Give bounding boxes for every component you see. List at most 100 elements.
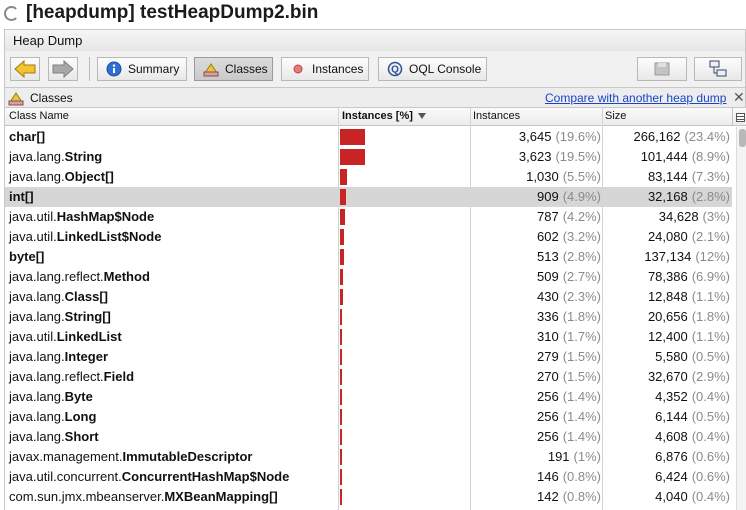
classes-label: Classes [225,62,268,76]
instances-cell: 256 (1.4%) [471,409,601,424]
size-bytes: 12,848 [647,289,688,304]
table-row[interactable]: java.lang.reflect.Method 509 (2.7%) 78,386(… [5,267,732,287]
class-package: java.lang. [9,429,65,444]
instances-percent-bar [340,189,346,205]
table-row[interactable]: byte[] 513 (2.8%) 137,134 (12%) [5,247,732,267]
table-row[interactable]: java.lang.Class[] 430 (2.3%) 12,848 (1.1%) [5,287,732,307]
class-simple-name: ConcurrentHashMap$Node [121,469,290,484]
instances-percent-bar [340,149,365,165]
instances-button[interactable]: Instances [281,57,369,81]
summary-button[interactable]: Summary [97,57,187,81]
table-row[interactable]: java.lang.Integer 279 (1.5%) 5,580 (0.5%) [5,347,732,367]
instances-count: 310 [537,329,559,344]
class-simple-name: Integer [64,349,108,364]
instances-percent: (5.5%) [562,169,601,184]
size-cell: 24,080 (2.1%) [603,229,730,244]
instances-cell: 146 (0.8%) [471,469,601,484]
instances-percent-bar [340,169,347,185]
class-name-cell: java.lang.reflect.Field [9,369,134,384]
column-header-instances-percent-label: Instances [%] [342,110,413,122]
table-row[interactable]: java.lang.Long 256 (1.4%) 6,144 (0.5%) [5,407,732,427]
forward-button[interactable] [48,57,78,81]
classes-table: Class Name Instances [%] Instances Size … [4,108,746,510]
class-simple-name: String [64,149,103,164]
table-body: char[] 3,645 (19.6%) 266,162 (23.4%) java.lan… [5,127,732,510]
instances-percent: (1.4%) [562,429,601,444]
size-cell: 78,386 (6.9%) [603,269,730,284]
class-name-cell: byte[] [9,249,44,264]
table-row[interactable]: char[] 3,645 (19.6%) 266,162 (23.4%) [5,127,732,147]
instances-percent: (1.4%) [562,409,601,424]
instances-percent-bar [340,209,345,225]
table-row[interactable]: java.lang.Short 256 (1.4%) 4,608 (0.4%) [5,427,732,447]
instances-percent-bar [340,289,343,305]
table-row[interactable]: com.sun.jmx.mbeanserver.MXBeanMapping[] 1… [5,487,732,507]
class-name-cell: java.lang.String[] [9,309,111,324]
size-percent: (0.4%) [691,389,730,404]
size-bytes: 4,608 [655,429,688,444]
column-header-class-name[interactable]: Class Name [9,110,69,122]
classes-button[interactable]: Classes [194,57,273,81]
size-percent: (23.4%) [684,129,730,144]
class-simple-name: HashMap$Node [56,209,155,224]
size-percent: (0.6%) [691,449,730,464]
instances-count: 430 [537,289,559,304]
size-cell: 266,162 (23.4%) [603,129,730,144]
class-simple-name: byte[] [9,249,45,264]
tab-heap-dump[interactable]: Heap Dump [13,33,82,48]
close-icon[interactable]: ✕ [733,89,745,106]
class-package: java.lang. [9,309,65,324]
table-row[interactable]: int[] 909 (4.9%) 32,168 (2.8%) [5,187,732,207]
column-header-instances[interactable]: Instances [473,110,520,122]
column-chooser-button[interactable] [732,108,746,126]
table-row[interactable]: java.lang.String 3,623 (19.5%) 101,444 (8.9%… [5,147,732,167]
size-cell: 12,400 (1.1%) [603,329,730,344]
table-row[interactable]: java.lang.Byte 256 (1.4%) 4,352 (0.4%) [5,387,732,407]
table-row[interactable]: java.util.concurrent.ConcurrentHashMap$N… [5,467,732,487]
table-row[interactable]: java.lang.String[] 336 (1.8%) 20,656 (1.8%) [5,307,732,327]
size-percent: (6.9%) [691,269,730,284]
column-header-instances-percent[interactable]: Instances [%] [342,110,426,122]
size-cell: 5,580 (0.5%) [603,349,730,364]
oql-console-button[interactable]: Q OQL Console [378,57,487,81]
size-percent: (0.6%) [691,469,730,484]
vertical-scrollbar[interactable] [736,127,746,510]
class-package: java.lang. [9,389,65,404]
class-name-cell: java.lang.Byte [9,389,93,404]
class-simple-name: Field [103,369,135,384]
scrollbar-thumb[interactable] [739,129,746,147]
toolbar-separator [89,57,90,81]
table-row[interactable]: javax.management.ImmutableDescriptor 191(… [5,447,732,467]
table-row[interactable]: java.util.LinkedList$Node 602 (3.2%) 24,080… [5,227,732,247]
save-heap-button[interactable] [637,57,687,81]
instances-cell: 3,645 (19.6%) [471,129,601,144]
size-bytes: 137,134 [644,249,692,264]
column-header-size[interactable]: Size [605,110,626,122]
classes-icon [203,61,219,77]
instances-count: 256 [537,389,559,404]
instances-percent: (2.7%) [562,269,601,284]
size-cell: 32,168 (2.8%) [603,189,730,204]
table-row[interactable]: java.util.LinkedList 310 (1.7%) 12,400 (1.1%… [5,327,732,347]
instances-percent: (4.9%) [562,189,601,204]
class-name-cell: java.lang.Short [9,429,99,444]
instances-percent-bar [340,429,342,445]
table-row[interactable]: java.lang.reflect.Field 270 (1.5%) 32,670 (2… [5,367,732,387]
size-cell: 20,656 (1.8%) [603,309,730,324]
table-row[interactable]: java.util.HashMap$Node 787 (4.2%) 34,628 (3%… [5,207,732,227]
back-button[interactable] [10,57,40,81]
class-name-cell: java.util.LinkedList [9,329,122,344]
save-icon [654,62,670,76]
size-percent: (8.9%) [691,149,730,164]
size-percent: (0.5%) [691,349,730,364]
instances-percent: (1%) [573,449,601,464]
heap-options-button[interactable] [694,57,742,81]
instances-count: 513 [537,249,559,264]
size-cell: 32,670 (2.9%) [603,369,730,384]
size-percent: (2.8%) [691,189,730,204]
instances-percent-bar [340,249,344,265]
table-row[interactable]: java.lang.Object[] 1,030 (5.5%) 83,144 (7.3%… [5,167,732,187]
compare-heap-dump-link[interactable]: Compare with another heap dump [545,91,726,105]
instances-count: 3,645 [518,129,552,144]
instance-dot-icon [290,61,306,77]
